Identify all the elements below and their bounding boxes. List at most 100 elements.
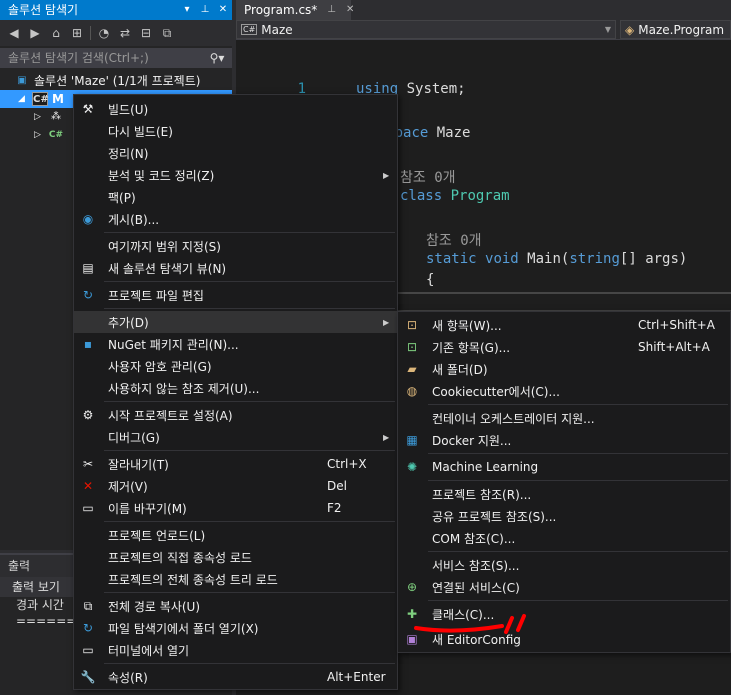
close-icon[interactable]: ✕ [214,0,232,20]
close-icon[interactable]: ✕ [346,0,354,20]
parameter-list: [] args) [619,251,688,267]
menu-separator [104,521,395,522]
type-dropdown[interactable]: ◈ Maze.Program [620,20,731,39]
menu-item-manage-nuget[interactable]: ▪ NuGet 패키지 관리(N)... [74,333,397,355]
menu-item-build[interactable]: ⚒ 빌드(U) [74,98,397,120]
menu-item-rename[interactable]: ▭ 이름 바꾸기(M) F2 [74,497,397,519]
submenu-item-shared-project-ref[interactable]: 공유 프로젝트 참조(S)... [398,505,730,527]
new-item-icon: ⊡ [406,318,418,332]
menu-item-clean[interactable]: 정리(N) [74,142,397,164]
submenu-item-container-orchestrator[interactable]: 컨테이너 오케스트레이터 지원... [398,407,730,429]
collapse-all-icon[interactable]: ⊟ [138,26,154,40]
submenu-item-connected-service[interactable]: ⊕ 연결된 서비스(C) [398,576,730,598]
menu-item-scope-to-this[interactable]: 여기까지 범위 지정(S) [74,235,397,257]
menu-label: 새 솔루션 탐색기 뷰(N) [108,261,227,276]
menu-item-remove[interactable]: ✕ 제거(V) Del [74,475,397,497]
forward-icon[interactable]: ▶ [27,26,43,40]
pin-icon[interactable]: ⊥ [196,0,214,20]
keyword: string [569,251,620,267]
class-icon: ◈ [625,22,635,37]
menu-item-load-dep-tree[interactable]: 프로젝트의 전체 종속성 트리 로드 [74,568,397,590]
copy-icon: ⧉ [83,598,93,613]
submenu-item-new-item[interactable]: ⊡ 새 항목(W)... Ctrl+Shift+A [398,314,730,336]
menu-separator [428,453,728,454]
back-icon[interactable]: ◀ [6,26,22,40]
collapsed-arrow-icon[interactable]: ▷ [34,108,48,126]
submenu-item-existing-item[interactable]: ⊡ 기존 항목(G)... Shift+Alt+A [398,336,730,358]
chevron-down-icon: ▼ [604,25,611,34]
nuget-icon: ▪ [83,337,93,351]
globe-icon: ◉ [82,212,94,226]
scissors-icon: ✂ [82,457,94,471]
menu-label: 잘라내기(T) [108,457,169,472]
menu-label: 프로젝트의 전체 종속성 트리 로드 [108,572,278,587]
new-view-icon: ▤ [82,261,94,275]
menu-item-rebuild[interactable]: 다시 빌드(E) [74,120,397,142]
project-dropdown[interactable]: C# Maze ▼ [236,20,616,39]
menu-item-publish[interactable]: ◉ 게시(B)... [74,208,397,230]
menu-label: 속성(R) [108,670,148,685]
method-name: Main( [527,251,570,267]
menu-separator [104,232,395,233]
show-all-files-icon[interactable]: ⧉ [159,26,175,41]
pending-changes-icon[interactable]: ◔ [96,26,112,40]
menu-item-open-in-explorer[interactable]: ↻ 파일 탐색기에서 폴더 열기(X) [74,617,397,639]
menu-item-open-in-terminal[interactable]: ▭ 터미널에서 열기 [74,639,397,661]
home-icon[interactable]: ⌂ [48,26,64,40]
submenu-item-cookiecutter[interactable]: ◍ Cookiecutter에서(C)... [398,380,730,402]
submenu-item-service-reference[interactable]: 서비스 참조(S)... [398,554,730,576]
red-underline-annotation [414,614,526,634]
search-icon[interactable]: ⚲▾ [202,51,232,65]
menu-label: 전체 경로 복사(U) [108,599,201,614]
menu-label: 컨테이너 오케스트레이터 지원... [432,411,595,426]
menu-item-add[interactable]: 추가(D) ▶ [74,311,397,333]
add-submenu: ⊡ 새 항목(W)... Ctrl+Shift+A ⊡ 기존 항목(G)... Shif… [397,311,731,653]
expand-arrow-icon[interactable]: ◢ [18,90,32,108]
menu-item-set-startup[interactable]: ⚙ 시작 프로젝트로 설정(A) [74,404,397,426]
menu-label: 새 폴더(D) [432,362,488,377]
submenu-item-new-folder[interactable]: ▰ 새 폴더(D) [398,358,730,380]
menu-item-properties[interactable]: 🔧 속성(R) Alt+Enter [74,666,397,688]
csharp-file-icon: C# [48,130,64,140]
menu-label: 프로젝트 파일 편집 [108,288,204,303]
sync-icon[interactable]: ⇄ [117,26,133,40]
code-line: static void Main(string[] args) [426,251,687,267]
menu-item-debug[interactable]: 디버그(G) ▶ [74,426,397,448]
menu-item-load-direct-deps[interactable]: 프로젝트의 직접 종속성 로드 [74,546,397,568]
delete-icon: ✕ [82,479,94,493]
menu-item-edit-project-file[interactable]: ↻ 프로젝트 파일 편집 [74,284,397,306]
menu-label: 디버그(G) [108,430,160,445]
menu-item-manage-secrets[interactable]: 사용자 암호 관리(G) [74,355,397,377]
submenu-item-docker[interactable]: ▦ Docker 지원... [398,429,730,451]
submenu-item-com-reference[interactable]: COM 참조(C)... [398,527,730,549]
menu-item-new-explorer-view[interactable]: ▤ 새 솔루션 탐색기 뷰(N) [74,257,397,279]
menu-separator [428,551,728,552]
menu-label: 프로젝트의 직접 종속성 로드 [108,550,252,565]
menu-item-copy-full-path[interactable]: ⧉ 전체 경로 복사(U) [74,595,397,617]
switch-views-icon[interactable]: ⊞ [69,26,85,40]
menu-item-cut[interactable]: ✂ 잘라내기(T) Ctrl+X [74,453,397,475]
menu-item-unload-project[interactable]: 프로젝트 언로드(L) [74,524,397,546]
tab-program-cs[interactable]: Program.cs* ⊥ ✕ [236,0,354,20]
menu-item-analyze[interactable]: 분석 및 코드 정리(Z) ▶ [74,164,397,186]
menu-separator [104,308,395,309]
dropdown-arrow-icon[interactable]: ▾ [178,0,196,20]
tree-solution-node[interactable]: ▣ 솔루션 'Maze' (1/1개 프로젝트) [0,72,232,90]
menu-label: NuGet 패키지 관리(N)... [108,337,239,352]
menu-item-pack[interactable]: 팩(P) [74,186,397,208]
machine-learning-icon: ✺ [406,460,418,474]
keyword: class [400,188,443,204]
solution-explorer-search[interactable]: 솔루션 탐색기 검색(Ctrl+;) ⚲▾ [0,48,232,68]
submenu-item-project-reference[interactable]: 프로젝트 참조(R)... [398,483,730,505]
solution-label: 솔루션 'Maze' (1/1개 프로젝트) [34,74,201,88]
pin-icon[interactable]: ⊥ [327,0,336,20]
codelens-references[interactable]: 참조 0개 [426,230,482,250]
search-input[interactable]: 솔루션 탐색기 검색(Ctrl+;) [8,49,202,66]
collapsed-arrow-icon[interactable]: ▷ [34,126,48,144]
menu-label: 다시 빌드(E) [108,124,173,139]
codelens-references[interactable]: 참조 0개 [400,167,456,187]
menu-item-remove-unused-refs[interactable]: 사용하지 않는 참조 제거(U)... [74,377,397,399]
menu-label: Docker 지원... [432,433,512,448]
submenu-arrow-icon: ▶ [383,432,390,442]
submenu-item-machine-learning[interactable]: ✺ Machine Learning [398,456,730,478]
